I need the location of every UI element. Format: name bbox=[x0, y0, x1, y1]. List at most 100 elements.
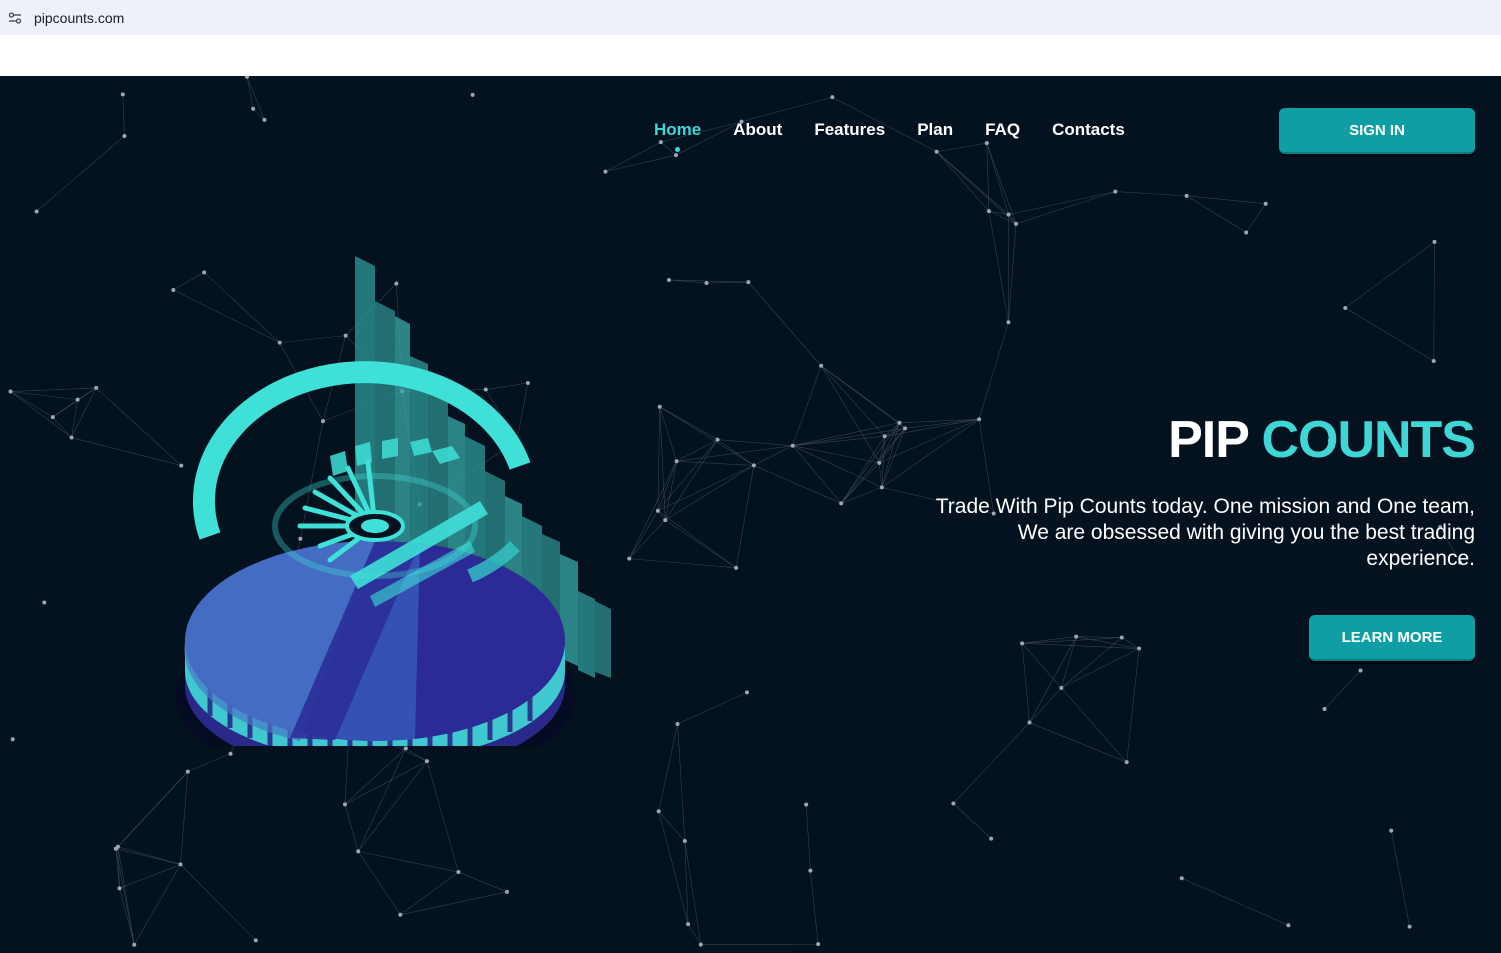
network-line bbox=[1245, 203, 1266, 233]
network-node bbox=[1124, 760, 1129, 765]
network-line bbox=[605, 141, 661, 172]
network-line bbox=[840, 422, 900, 504]
network-node bbox=[986, 209, 991, 214]
network-node bbox=[1027, 720, 1032, 725]
network-node bbox=[1322, 707, 1327, 712]
hero-section: Home About Features Plan FAQ Contacts SI… bbox=[0, 76, 1501, 953]
network-node bbox=[122, 133, 127, 138]
network-line bbox=[10, 387, 97, 392]
network-node bbox=[674, 153, 679, 158]
network-node bbox=[1432, 239, 1437, 244]
network-line bbox=[676, 460, 754, 466]
network-line bbox=[180, 771, 189, 865]
network-node bbox=[790, 443, 795, 448]
network-line bbox=[1061, 637, 1123, 689]
network-node bbox=[816, 942, 821, 947]
nav-about[interactable]: About bbox=[733, 120, 782, 140]
network-node bbox=[804, 802, 809, 807]
network-line bbox=[629, 461, 677, 559]
network-line bbox=[1433, 241, 1435, 361]
network-node bbox=[951, 801, 956, 806]
network-line bbox=[878, 422, 900, 463]
network-line bbox=[665, 465, 755, 521]
network-node bbox=[1286, 923, 1291, 928]
learn-more-button[interactable]: LEARN MORE bbox=[1309, 615, 1475, 661]
network-line bbox=[677, 692, 748, 725]
network-line bbox=[657, 510, 737, 569]
network-line bbox=[1345, 241, 1435, 309]
network-line bbox=[115, 771, 188, 849]
network-line bbox=[792, 365, 822, 446]
network-node bbox=[1014, 221, 1019, 226]
network-node bbox=[746, 280, 751, 285]
network-line bbox=[119, 864, 181, 889]
network-line bbox=[792, 435, 885, 447]
network-line bbox=[936, 142, 987, 153]
tune-icon[interactable] bbox=[8, 11, 22, 25]
network-line bbox=[344, 748, 407, 805]
nav-faq[interactable]: FAQ bbox=[985, 120, 1020, 140]
network-line bbox=[1021, 643, 1062, 689]
network-node bbox=[1113, 189, 1118, 194]
network-line bbox=[1022, 636, 1077, 644]
network-line bbox=[741, 96, 833, 122]
network-node bbox=[120, 92, 125, 97]
network-line bbox=[840, 462, 880, 504]
browser-address-bar[interactable]: pipcounts.com bbox=[0, 0, 1501, 35]
network-node bbox=[715, 437, 720, 442]
network-line bbox=[810, 870, 819, 945]
network-line bbox=[676, 439, 718, 462]
url-text[interactable]: pipcounts.com bbox=[34, 10, 124, 26]
network-node bbox=[1343, 305, 1348, 310]
network-line bbox=[36, 135, 125, 212]
network-node bbox=[675, 721, 680, 726]
network-node bbox=[132, 942, 137, 947]
network-node bbox=[744, 690, 749, 695]
network-node bbox=[704, 281, 709, 286]
network-line bbox=[1061, 636, 1077, 688]
network-node bbox=[1119, 635, 1124, 640]
network-line bbox=[357, 748, 407, 852]
network-node bbox=[734, 565, 739, 570]
network-line bbox=[1061, 687, 1127, 763]
network-node bbox=[682, 839, 687, 844]
network-line bbox=[115, 848, 181, 865]
network-line bbox=[986, 143, 1009, 215]
nav-plan[interactable]: Plan bbox=[917, 120, 953, 140]
title-pip: PIP bbox=[1168, 411, 1249, 469]
network-line bbox=[753, 465, 842, 504]
network-line bbox=[792, 445, 882, 488]
network-line bbox=[660, 141, 677, 156]
nav-contacts[interactable]: Contacts bbox=[1052, 120, 1125, 140]
network-node bbox=[1074, 634, 1079, 639]
network-node bbox=[456, 870, 461, 875]
network-line bbox=[358, 851, 459, 873]
network-node bbox=[658, 140, 663, 145]
network-node bbox=[877, 460, 882, 465]
network-node bbox=[1389, 828, 1394, 833]
network-line bbox=[1115, 191, 1187, 197]
network-line bbox=[357, 760, 428, 852]
network-line bbox=[748, 281, 822, 366]
network-line bbox=[1022, 643, 1140, 649]
network-line bbox=[344, 760, 428, 805]
network-node bbox=[657, 404, 662, 409]
network-line bbox=[1015, 191, 1116, 225]
network-line bbox=[1061, 648, 1140, 689]
network-line bbox=[357, 851, 401, 915]
network-line bbox=[10, 391, 72, 438]
title-counts: COUNTS bbox=[1261, 411, 1476, 469]
main-nav: Home About Features Plan FAQ Contacts bbox=[654, 120, 1125, 152]
network-node bbox=[879, 485, 884, 490]
network-node bbox=[262, 117, 267, 122]
network-node bbox=[185, 769, 190, 774]
sign-in-button[interactable]: SIGN IN bbox=[1279, 108, 1475, 154]
network-line bbox=[684, 840, 702, 945]
network-line bbox=[1126, 648, 1140, 763]
network-line bbox=[71, 437, 182, 466]
nav-features[interactable]: Features bbox=[814, 120, 885, 140]
network-line bbox=[52, 399, 78, 418]
network-line bbox=[426, 761, 459, 873]
nav-home[interactable]: Home bbox=[654, 120, 701, 152]
network-line bbox=[1008, 223, 1017, 323]
